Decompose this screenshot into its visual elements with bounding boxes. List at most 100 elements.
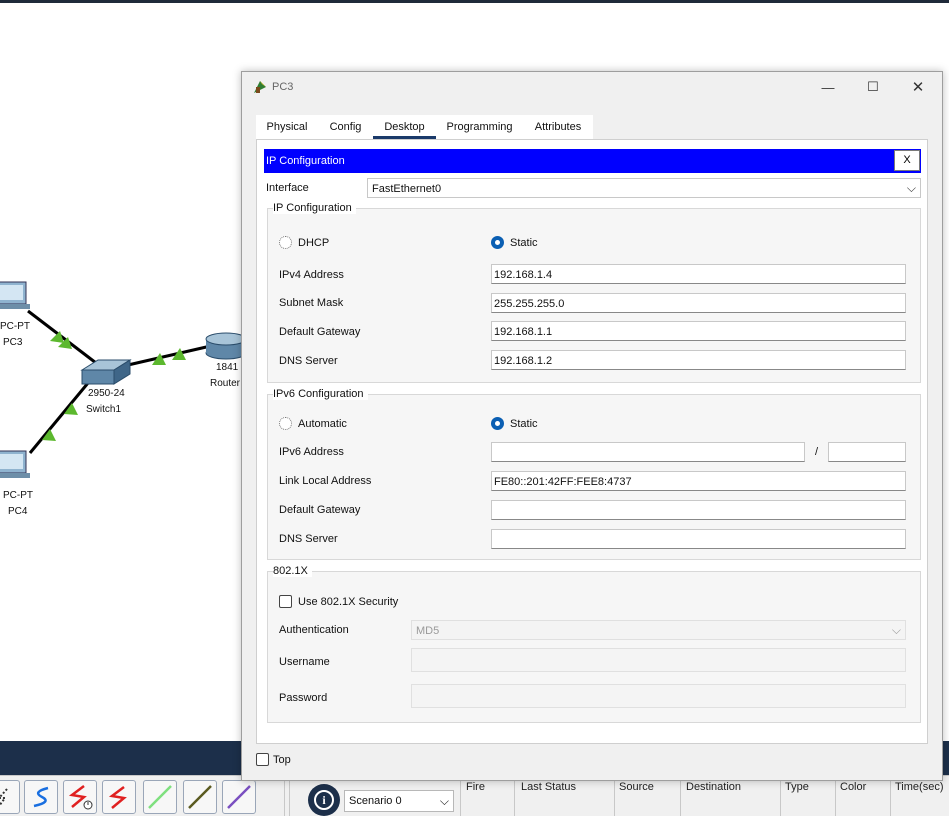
dot1x-group-title: 802.1X (273, 565, 312, 577)
password-label: Password (279, 692, 328, 704)
console-cable-tool[interactable] (24, 780, 58, 814)
close-window-button[interactable]: ✕ (898, 76, 938, 98)
tab-config[interactable]: Config (318, 115, 373, 139)
ipv6-prefix-separator: / (815, 446, 819, 458)
pdu-divider (835, 776, 836, 816)
pdu-col-source[interactable]: Source (619, 781, 654, 793)
close-ip-config-button[interactable]: X (894, 150, 920, 171)
pdu-divider (780, 776, 781, 816)
pc3-name-label: PC3 (3, 337, 23, 348)
scenario-area: i Scenario 0 ⌵ (306, 780, 456, 816)
ipv6-address-label: IPv6 Address (279, 446, 344, 458)
link-switch-pc4 (28, 382, 90, 454)
pdu-col-type[interactable]: Type (785, 781, 809, 793)
subnet-mask-label: Subnet Mask (279, 297, 344, 309)
toolbar-divider (284, 776, 285, 816)
bottom-toolbar: i Scenario 0 ⌵ Fire Last Status Source D… (0, 775, 949, 816)
tab-attributes[interactable]: Attributes (523, 115, 593, 139)
subnet-mask-field[interactable]: 255.255.255.0 (491, 293, 906, 313)
ipv6-automatic-label: Automatic (298, 418, 347, 430)
window-titlebar[interactable]: PC3 — ☐ ✕ (242, 72, 942, 102)
ipv6-address-field[interactable] (491, 442, 805, 462)
pdu-divider (460, 776, 461, 816)
toolbar-divider (289, 776, 290, 816)
link-local-address-field[interactable]: FE80::201:42FF:FEE8:4737 (491, 471, 906, 491)
ipv4-group-title: IP Configuration (273, 202, 356, 214)
close-icon: ✕ (911, 79, 925, 96)
ipv6-dns-server-label: DNS Server (279, 533, 338, 545)
straight-cable-icon (148, 785, 172, 809)
username-field[interactable] (411, 648, 906, 672)
link-pc3-switch (27, 309, 101, 368)
ipv6-static-label: Static (510, 418, 538, 430)
pc3-type-label: PC-PT (0, 321, 30, 332)
tab-programming[interactable]: Programming (436, 115, 523, 139)
serial-cable-clock-icon (68, 785, 93, 810)
ipv4-address-field[interactable]: 192.168.1.4 (491, 264, 906, 284)
username-label: Username (279, 656, 330, 668)
ipv4-static-label: Static (510, 237, 538, 249)
ipv6-automatic-radio[interactable] (279, 417, 292, 430)
dhcp-radio[interactable] (279, 236, 292, 249)
window-title: PC3 (272, 81, 294, 93)
crossover-cable-icon (188, 785, 212, 809)
authentication-value: MD5 (416, 625, 440, 637)
dhcp-label: DHCP (298, 237, 330, 249)
maximize-button[interactable]: ☐ (853, 76, 893, 98)
serial-cable-icon (108, 786, 127, 809)
connection-auto-tool[interactable] (0, 780, 20, 814)
ipv4-default-gateway-field[interactable]: 192.168.1.1 (491, 321, 906, 341)
tab-physical[interactable]: Physical (256, 115, 318, 139)
ipv6-dns-server-field[interactable] (491, 529, 906, 549)
authentication-label: Authentication (279, 624, 349, 636)
straight-through-tool[interactable] (143, 780, 177, 814)
ipv4-static-radio[interactable] (491, 236, 504, 249)
interface-select[interactable]: FastEthernet0 ⌵ (367, 178, 921, 198)
top-label: Top (273, 754, 291, 766)
authentication-select[interactable]: MD5 ⌵ (411, 620, 906, 640)
pdu-divider (680, 776, 681, 816)
link-local-address-label: Link Local Address (279, 475, 372, 487)
ipv4-dns-server-label: DNS Server (279, 355, 338, 367)
switch-icon (80, 359, 132, 385)
pc4-icon (0, 450, 30, 478)
ipv6-static-radio[interactable] (491, 417, 504, 430)
pdu-col-last-status[interactable]: Last Status (521, 781, 576, 793)
use-8021x-checkbox[interactable] (279, 595, 292, 608)
tab-desktop[interactable]: Desktop (373, 115, 436, 139)
serial-dce-tool[interactable] (102, 780, 136, 814)
serial-dte-tool[interactable] (63, 780, 97, 814)
pdu-col-fire[interactable]: Fire (466, 781, 485, 793)
password-field[interactable] (411, 684, 906, 708)
router-type-label: 1841 (216, 362, 239, 373)
lightning-icon (0, 788, 8, 807)
minimize-icon: — (821, 79, 835, 95)
ipv4-dns-server-field[interactable]: 192.168.1.2 (491, 350, 906, 370)
interface-label: Interface (266, 182, 309, 194)
switch-name-label: Switch1 (86, 404, 122, 415)
ipv6-default-gateway-field[interactable] (491, 500, 906, 520)
pc3-device-window: PC3 — ☐ ✕ Physical Config Desktop Progra… (241, 71, 943, 781)
pc3-icon (0, 281, 30, 309)
pc4-type-label: PC-PT (3, 490, 33, 501)
info-icon: i (314, 790, 334, 810)
ipv6-group-title: IPv6 Configuration (273, 388, 368, 400)
packet-tracer-app-icon (254, 81, 266, 93)
crossover-tool[interactable] (183, 780, 217, 814)
pdu-col-color[interactable]: Color (840, 781, 866, 793)
pc4-name-label: PC4 (8, 506, 28, 517)
pdu-col-time[interactable]: Time(sec) (895, 781, 943, 793)
phone-cable-tool[interactable] (222, 780, 256, 814)
ip-config-header-title: IP Configuration (266, 155, 345, 167)
pdu-col-destination[interactable]: Destination (686, 781, 741, 793)
desktop-panel: IP Configuration X Interface FastEtherne… (256, 139, 928, 744)
router-icon (205, 332, 245, 360)
minimize-button[interactable]: — (808, 76, 848, 98)
ip-config-header: IP Configuration X (264, 149, 921, 173)
phone-cable-icon (227, 785, 251, 809)
scenario-select[interactable]: Scenario 0 ⌵ (344, 790, 454, 812)
router-name-label: Router (210, 378, 241, 389)
info-button[interactable]: i (308, 784, 340, 816)
ipv6-prefix-length-field[interactable] (828, 442, 906, 462)
top-checkbox[interactable] (256, 753, 269, 766)
